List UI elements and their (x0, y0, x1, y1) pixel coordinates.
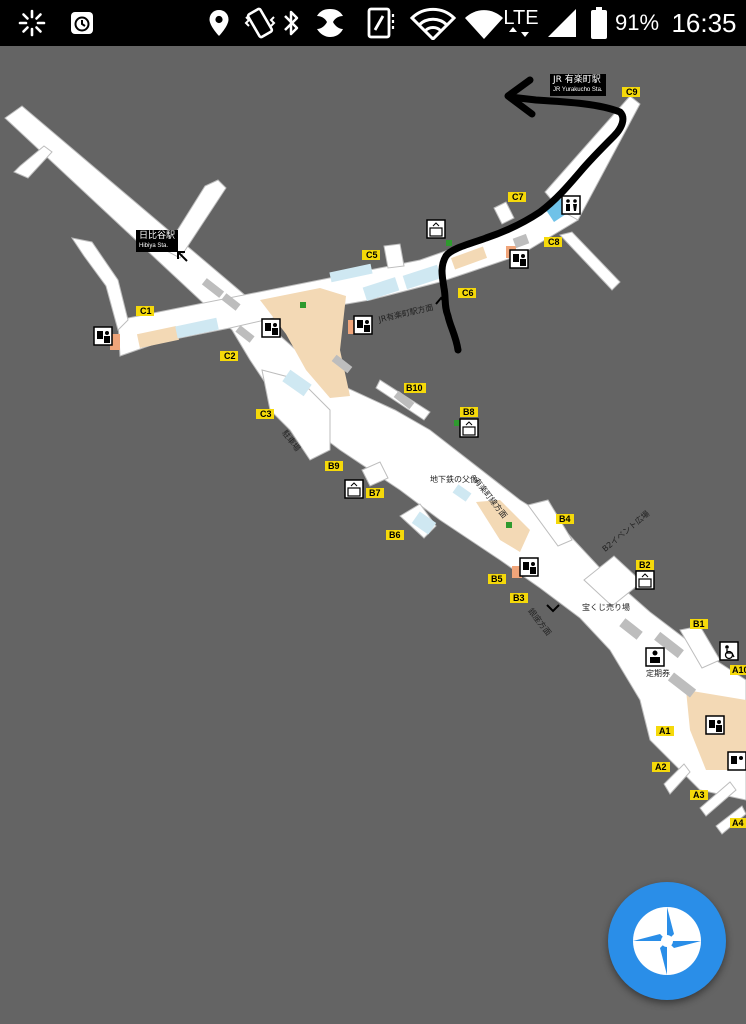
corridors (4, 95, 746, 835)
exit-c8[interactable]: C8 (544, 237, 562, 247)
svg-text:A2: A2 (655, 762, 667, 772)
station-sign-jr-yurakucho[interactable]: JR 有楽町駅 JR Yurakucho Sta. (550, 74, 606, 96)
exit-a2[interactable]: A2 (652, 762, 670, 772)
exit-c3[interactable]: C3 (256, 409, 274, 419)
station-map[interactable]: C9 C7 C8 C5 C6 C1 C2 C3 B10 B8 B9 B7 B6 … (0, 46, 746, 1024)
exit-b5[interactable]: B5 (488, 574, 506, 584)
svg-text:C8: C8 (548, 237, 560, 247)
wifi-icon (408, 0, 458, 46)
station-sign-hibiya[interactable]: 日比谷駅 Hibiya Sta. (136, 230, 179, 252)
exit-b2[interactable]: B2 (636, 560, 654, 570)
svg-text:A3: A3 (693, 790, 705, 800)
nfc-icon (362, 0, 402, 46)
svg-text:C5: C5 (366, 250, 378, 260)
svg-text:C9: C9 (626, 87, 638, 97)
label-lottery: 宝くじ売り場 (582, 603, 630, 612)
label-ticket-office: 定期券 (646, 669, 670, 678)
svg-text:A1: A1 (659, 726, 671, 736)
svg-text:C1: C1 (140, 306, 152, 316)
svg-text:A10: A10 (732, 665, 746, 675)
exit-c2[interactable]: C2 (220, 351, 238, 361)
map-canvas[interactable]: C9 C7 C8 C5 C6 C1 C2 C3 B10 B8 B9 B7 B6 … (0, 46, 746, 1024)
clock: 16:35 (671, 7, 737, 38)
exit-c5[interactable]: C5 (362, 250, 380, 260)
exit-c9[interactable]: C9 (622, 87, 640, 97)
ticket-machine-icon[interactable] (519, 557, 539, 577)
svg-text:B8: B8 (463, 407, 475, 417)
network-type: LTE (500, 0, 542, 46)
ticket-office-icon[interactable] (645, 647, 665, 667)
battery-icon (588, 0, 610, 46)
exit-b7[interactable]: B7 (366, 488, 384, 498)
exit-c7[interactable]: C7 (508, 192, 526, 202)
exit-a10[interactable]: A10 (730, 665, 746, 675)
svg-text:C2: C2 (224, 351, 236, 361)
exit-b10[interactable]: B10 (404, 383, 426, 393)
data-saver-icon (310, 0, 350, 46)
exit-c1[interactable]: C1 (136, 306, 154, 316)
ticket-machine-icon[interactable] (727, 751, 746, 771)
exit-b9[interactable]: B9 (325, 461, 343, 471)
ticket-machine-icon[interactable] (261, 318, 281, 338)
aperture-fab-button[interactable] (608, 882, 726, 1000)
bluetooth-icon (278, 0, 304, 46)
exit-b1[interactable]: B1 (690, 619, 708, 629)
restroom-icon[interactable] (561, 195, 581, 215)
exit-a4[interactable]: A4 (730, 818, 746, 828)
svg-text:B4: B4 (559, 514, 571, 524)
svg-text:B7: B7 (369, 488, 381, 498)
status-bar: LTE 91% 16:35 (0, 0, 746, 46)
exit-a3[interactable]: A3 (690, 790, 708, 800)
elevator-icon[interactable] (459, 418, 479, 438)
loading-icon (16, 0, 48, 46)
elevator-icon[interactable] (344, 479, 364, 499)
svg-text:C3: C3 (260, 409, 272, 419)
svg-text:B10: B10 (406, 383, 423, 393)
svg-text:B6: B6 (389, 530, 401, 540)
exit-b3[interactable]: B3 (510, 593, 528, 603)
elevator-icon[interactable] (426, 219, 446, 239)
exit-c6[interactable]: C6 (458, 288, 476, 298)
svg-text:B3: B3 (513, 593, 525, 603)
signal-icon (544, 0, 580, 46)
ticket-machine-icon[interactable] (93, 326, 113, 346)
alarm-icon (66, 0, 98, 46)
aperture-icon (633, 907, 701, 975)
accessible-icon[interactable] (719, 641, 739, 661)
ticket-machine-icon[interactable] (353, 315, 373, 335)
svg-text:B5: B5 (491, 574, 503, 584)
ticket-machine-icon[interactable] (705, 715, 725, 735)
svg-text:A4: A4 (732, 818, 744, 828)
vibrate-icon (240, 0, 280, 46)
svg-text:B1: B1 (693, 619, 705, 629)
exit-b4[interactable]: B4 (556, 514, 574, 524)
svg-text:C6: C6 (462, 288, 474, 298)
svg-text:B9: B9 (328, 461, 340, 471)
ticket-machine-icon[interactable] (509, 249, 529, 269)
battery-percent: 91% (614, 10, 660, 35)
svg-text:B2: B2 (639, 560, 651, 570)
exit-a1[interactable]: A1 (656, 726, 674, 736)
exit-b8[interactable]: B8 (460, 407, 478, 417)
svg-text:C7: C7 (512, 192, 524, 202)
exit-b6[interactable]: B6 (386, 530, 404, 540)
location-icon (204, 0, 234, 46)
elevator-icon[interactable] (635, 570, 655, 590)
